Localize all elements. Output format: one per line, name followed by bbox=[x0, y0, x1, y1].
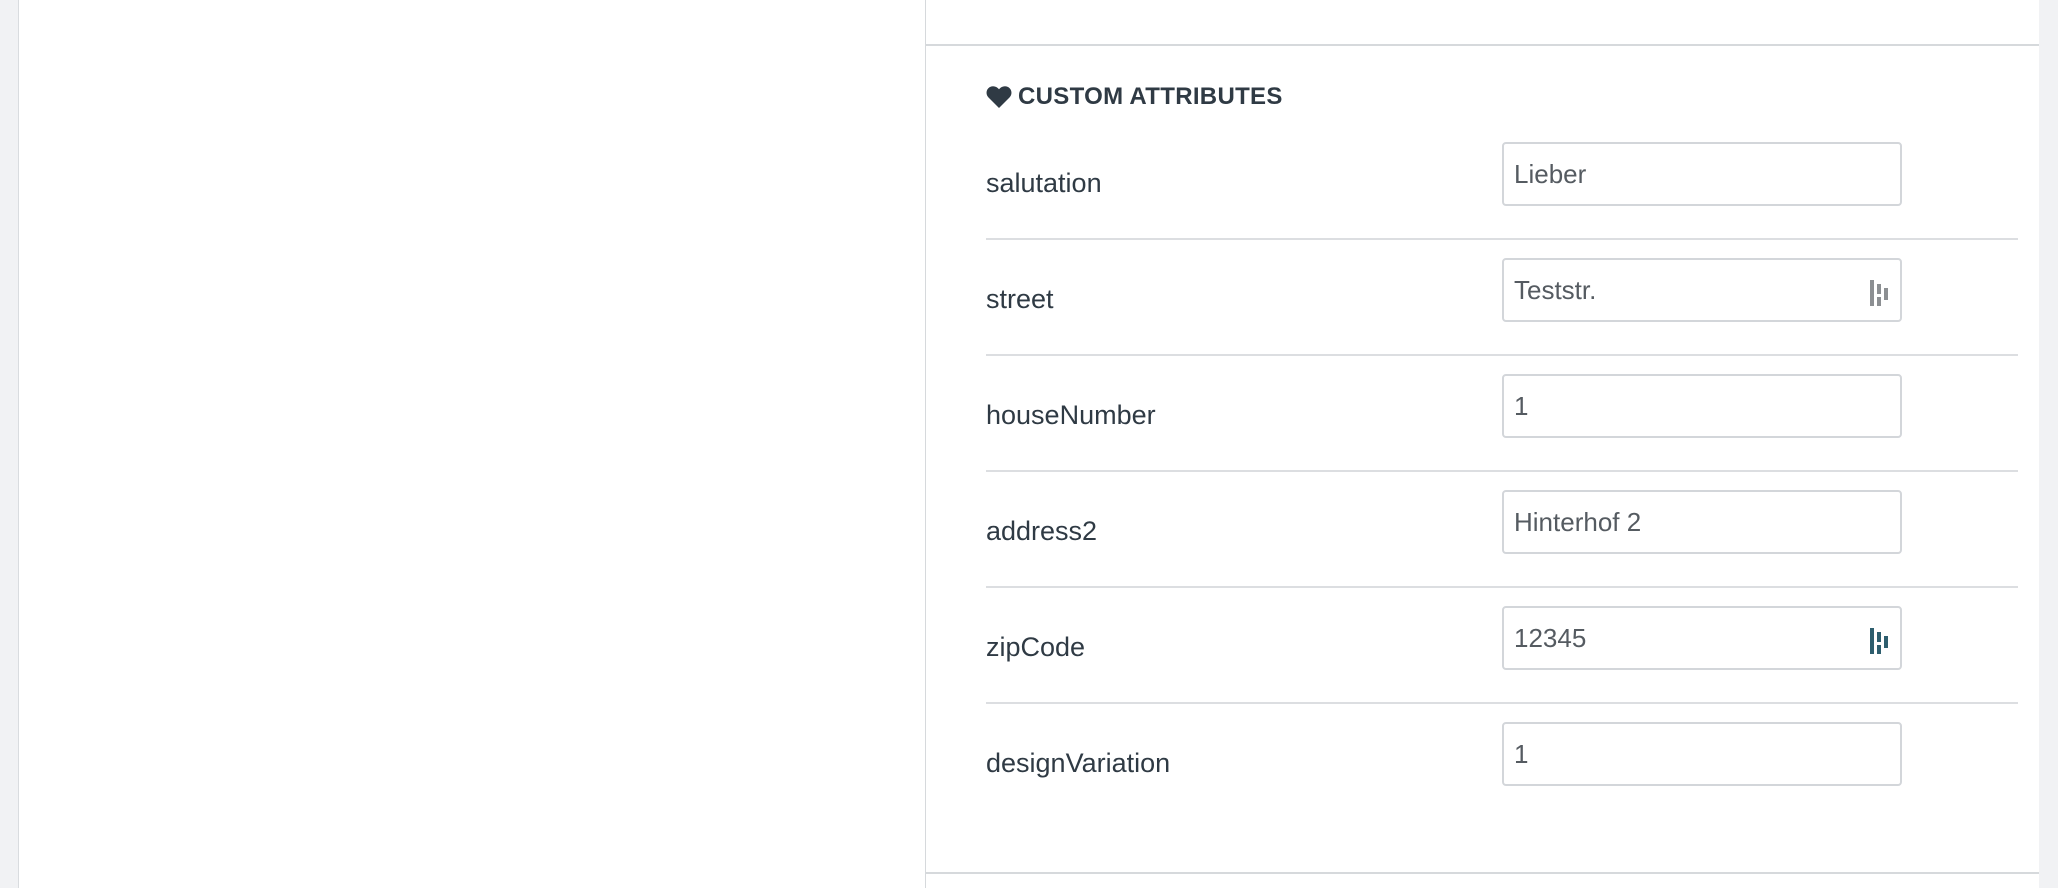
heart-icon bbox=[986, 85, 1012, 109]
custom-attributes-panel: CUSTOM ATTRIBUTES salutation street bbox=[925, 0, 2039, 888]
section-title: CUSTOM ATTRIBUTES bbox=[1018, 83, 1283, 110]
attribute-field bbox=[1502, 142, 1902, 206]
attribute-row-zipcode: zipCode bbox=[986, 588, 2018, 704]
attribute-row-housenumber: houseNumber bbox=[986, 356, 2018, 472]
attribute-label: street bbox=[986, 284, 1054, 314]
attribute-row-salutation: salutation bbox=[986, 124, 2018, 240]
placeholder-picker-icon[interactable] bbox=[1868, 626, 1892, 656]
placeholder-picker-icon[interactable] bbox=[1868, 278, 1892, 308]
attribute-row-designvariation: designVariation bbox=[986, 704, 2018, 820]
zipcode-input[interactable] bbox=[1504, 608, 1900, 668]
attribute-row-address2: address2 bbox=[986, 472, 2018, 588]
street-input[interactable] bbox=[1504, 260, 1900, 320]
attribute-field bbox=[1502, 722, 1902, 786]
address2-input[interactable] bbox=[1504, 492, 1900, 552]
attribute-label: salutation bbox=[986, 168, 1102, 198]
attribute-label: address2 bbox=[986, 516, 1098, 546]
attribute-field bbox=[1502, 606, 1902, 670]
section-header: CUSTOM ATTRIBUTES bbox=[986, 80, 1283, 114]
attribute-label: houseNumber bbox=[986, 400, 1156, 430]
designvariation-input[interactable] bbox=[1504, 724, 1900, 784]
attribute-label: zipCode bbox=[986, 632, 1086, 662]
attribute-field bbox=[1502, 258, 1902, 322]
housenumber-input[interactable] bbox=[1504, 376, 1900, 436]
page-container: CUSTOM ATTRIBUTES salutation street bbox=[18, 0, 2039, 888]
attribute-row-street: street bbox=[986, 240, 2018, 356]
left-column bbox=[19, 0, 925, 888]
panel-divider bbox=[926, 872, 2039, 874]
attribute-field bbox=[1502, 374, 1902, 438]
attribute-label: designVariation bbox=[986, 748, 1171, 778]
attribute-list: salutation street bbox=[986, 124, 2018, 820]
panel-divider bbox=[926, 44, 2039, 46]
salutation-input[interactable] bbox=[1504, 144, 1900, 204]
attribute-field bbox=[1502, 490, 1902, 554]
